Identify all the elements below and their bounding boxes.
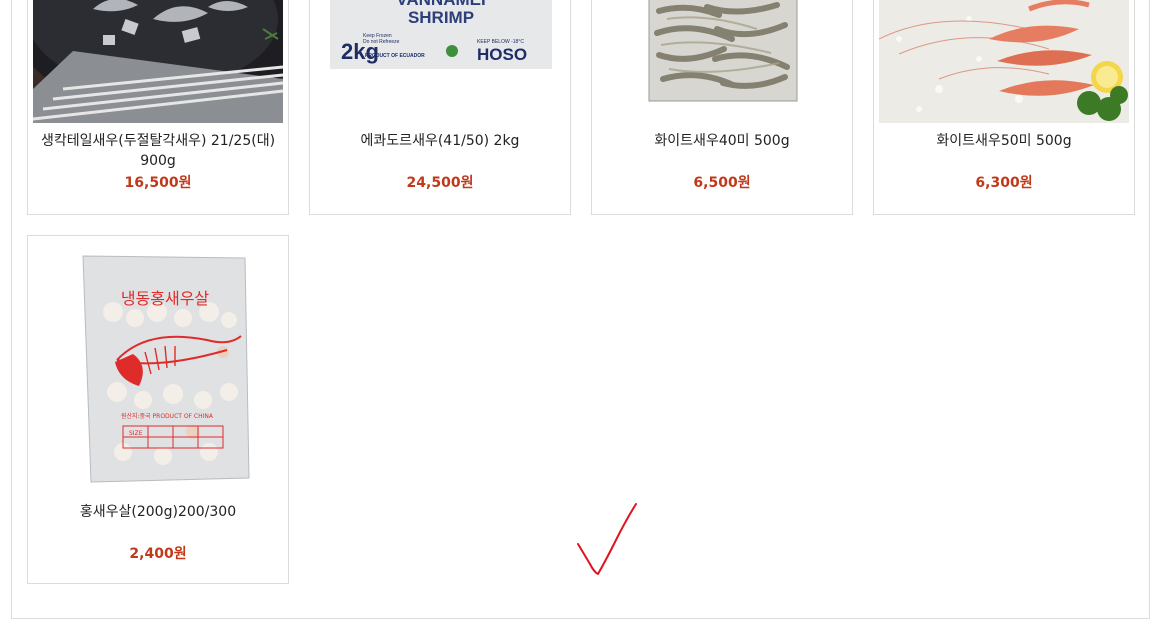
product-name[interactable]: 화이트새우50미 500g: [882, 131, 1126, 151]
box-line2: SHRIMP: [408, 8, 474, 27]
product-card[interactable]: VANNAMEI SHRIMP 2kg Keep Frozen Do not R…: [309, 0, 571, 215]
product-name[interactable]: 에콰도르새우(41/50) 2kg: [318, 131, 562, 151]
product-image[interactable]: 냉동홍새우살 원산지:중국 PRODUCT OF CHINA SIZE: [33, 242, 283, 487]
product-image[interactable]: [879, 0, 1129, 123]
product-name[interactable]: 화이트새우40미 500g: [600, 131, 844, 151]
product-card[interactable]: 냉동홍새우살 원산지:중국 PRODUCT OF CHINA SIZE 홍새우살…: [27, 235, 289, 584]
product-image[interactable]: [597, 0, 847, 123]
bag-title: 냉동홍새우살: [121, 289, 210, 308]
bag-origin: 원산지:중국 PRODUCT OF CHINA: [121, 412, 214, 420]
product-card[interactable]: 화이트새우50미 500g 6,300원: [873, 0, 1135, 215]
product-image[interactable]: VANNAMEI SHRIMP 2kg Keep Frozen Do not R…: [315, 0, 565, 123]
bag-size: SIZE: [129, 430, 143, 437]
product-image[interactable]: [33, 0, 283, 123]
product-price: 16,500원: [124, 175, 192, 191]
product-name[interactable]: 홍새우살(200g)200/300: [36, 502, 280, 522]
product-price: 24,500원: [406, 175, 474, 191]
checkmark-icon: [577, 503, 637, 575]
product-price: 6,500원: [693, 175, 751, 191]
product-card[interactable]: 화이트새우40미 500g 6,500원: [591, 0, 853, 215]
box-note2: Do not Refreeze: [363, 39, 400, 45]
product-price: 2,400원: [129, 546, 187, 562]
product-card[interactable]: 생칵테일새우(두절탈각새우) 21/25(대) 900g 16,500원: [27, 0, 289, 215]
box-brand: HOSO: [477, 45, 527, 64]
box-origin: PRODUCT OF ECUADOR: [365, 53, 425, 59]
product-price: 6,300원: [975, 175, 1033, 191]
product-name[interactable]: 생칵테일새우(두절탈각새우) 21/25(대) 900g: [36, 131, 280, 171]
